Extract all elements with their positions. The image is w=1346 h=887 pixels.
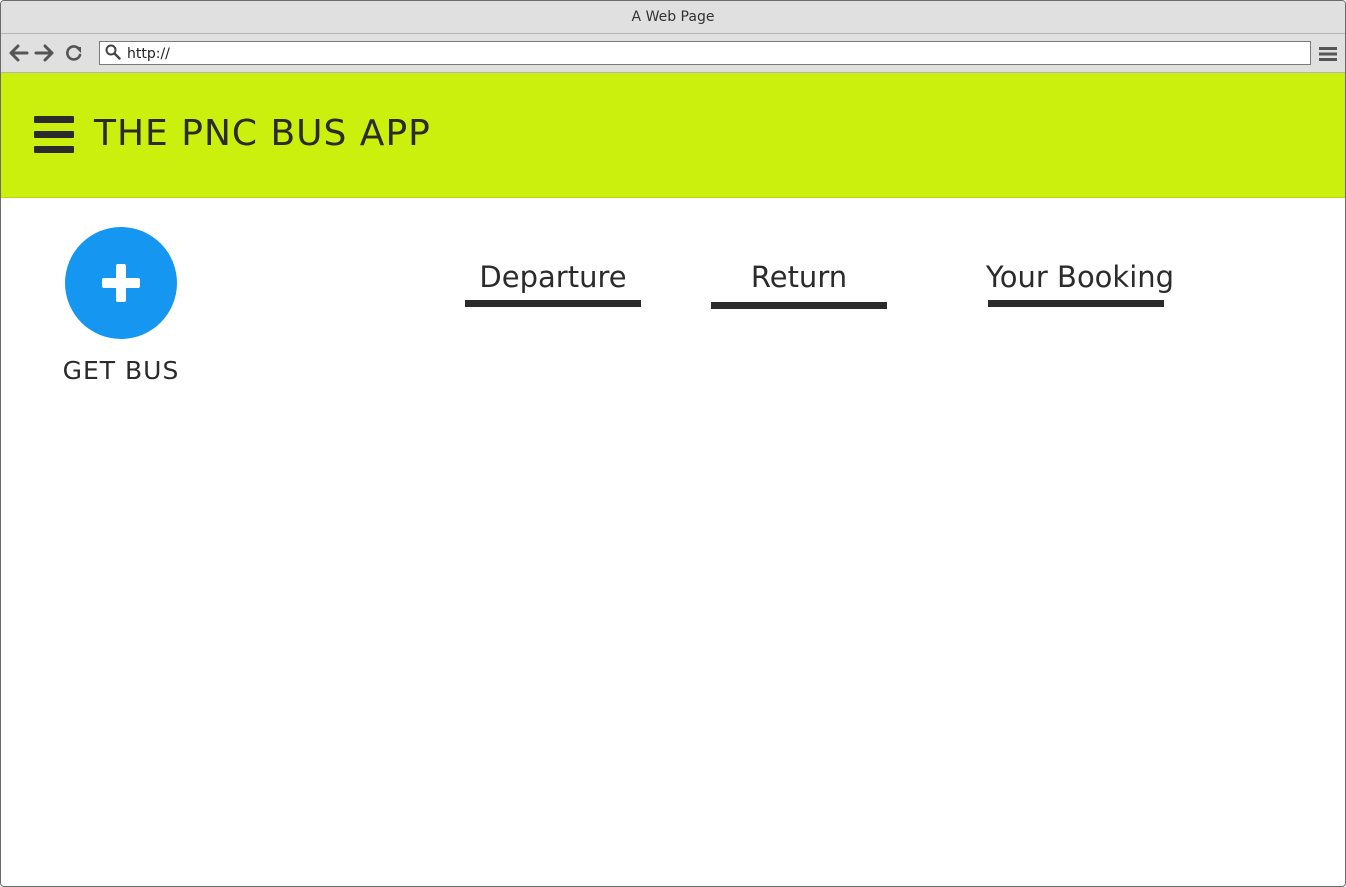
browser-menu-icon[interactable] <box>1319 46 1337 62</box>
tab-your-booking-label: Your Booking <box>985 260 1175 294</box>
window-title: A Web Page <box>631 9 715 25</box>
browser-window: A Web Page http:// THE PNC BUS APP GET B… <box>0 0 1346 887</box>
browser-toolbar: http:// <box>1 34 1345 73</box>
tab-return-label: Return <box>750 260 848 294</box>
forward-arrow-icon[interactable] <box>34 44 54 62</box>
app-header: THE PNC BUS APP <box>1 73 1345 198</box>
search-icon <box>105 44 121 60</box>
tab-your-booking[interactable]: Your Booking <box>985 257 1175 311</box>
tab-departure-label: Departure <box>479 260 627 294</box>
plus-icon <box>102 264 140 302</box>
tab-departure[interactable]: Departure <box>465 257 641 311</box>
tab-return[interactable]: Return <box>711 257 887 311</box>
tab-return-underline <box>711 302 887 309</box>
hamburger-menu-icon[interactable] <box>34 116 74 153</box>
back-arrow-icon[interactable] <box>9 44 29 62</box>
url-text: http:// <box>127 46 170 62</box>
tab-your-booking-underline <box>988 300 1164 307</box>
window-titlebar: A Web Page <box>1 1 1345 34</box>
get-bus-button[interactable] <box>65 227 177 339</box>
tab-departure-underline <box>465 300 641 307</box>
address-bar[interactable]: http:// <box>99 41 1311 65</box>
get-bus-label: GET BUS <box>62 356 180 385</box>
app-title: THE PNC BUS APP <box>94 113 431 154</box>
reload-icon[interactable] <box>64 44 84 62</box>
